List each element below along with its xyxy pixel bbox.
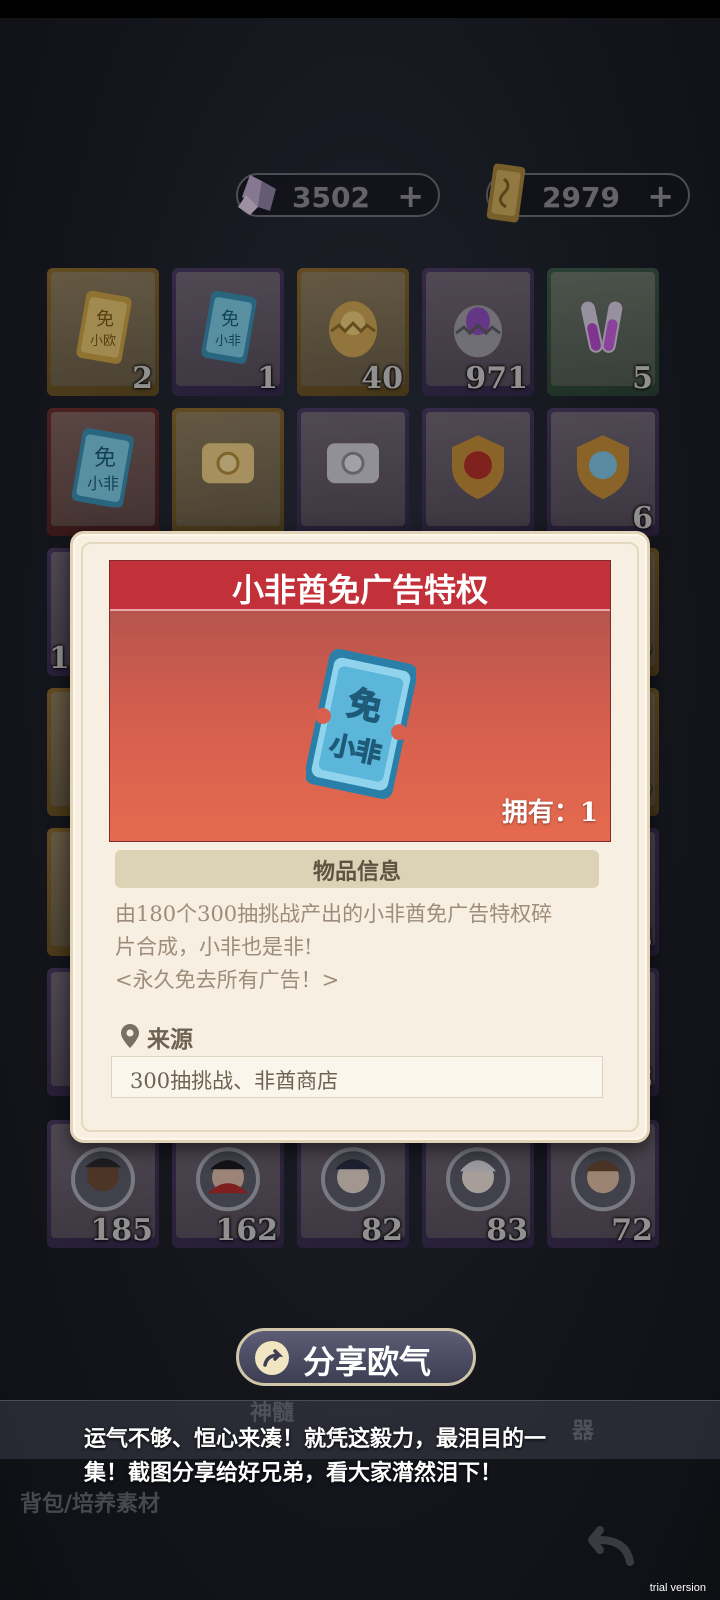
description-line: 由180个300抽挑战产出的小非酋免广告特权碎 (115, 902, 553, 926)
item-info-label: 物品信息 (312, 859, 401, 885)
location-pin-icon (121, 1024, 139, 1048)
ad-free-ticket-icon: 免 小非 (306, 649, 416, 799)
source-value: 300抽挑战、非酋商店 (130, 1069, 339, 1093)
description-line: <永久免去所有广告！> (115, 968, 340, 992)
watermark: trial version (649, 1582, 706, 1594)
item-description: 由180个300抽挑战产出的小非酋免广告特权碎 片合成，小非也是非! <永久免去… (115, 898, 605, 997)
share-caption: 运气不够、恒心来凑！就凭这毅力，最泪目的一 集！截图分享给好兄弟，看大家潸然泪下… (84, 1422, 644, 1490)
caption-line: 运气不够、恒心来凑！就凭这毅力，最泪目的一 (84, 1426, 547, 1452)
source-heading: 来源 (147, 1026, 193, 1053)
item-info-header: 物品信息 (115, 850, 599, 888)
share-arrow-icon (255, 1341, 289, 1375)
share-luck-button[interactable]: 分享欧气 (236, 1328, 476, 1386)
description-line: 片合成，小非也是非! (115, 935, 313, 959)
item-banner: 小非酋免广告特权 免 小非 拥有：1 (109, 560, 611, 842)
item-detail-modal: 小非酋免广告特权 免 小非 拥有：1 物品信息 由180个300抽挑战产出的小非… (70, 531, 650, 1143)
breadcrumb: 背包/培养素材 (20, 1491, 161, 1517)
back-arrow-icon[interactable] (570, 1518, 642, 1574)
source-box: 300抽挑战、非酋商店 (111, 1056, 603, 1098)
caption-line: 集！截图分享给好兄弟，看大家潸然泪下！ (84, 1460, 503, 1486)
owned-count: 拥有：1 (501, 798, 598, 828)
game-background: 3502 + 2979 + 免 小欧 2 免 小非 1 40 971 5 免 小… (0, 18, 720, 1600)
item-title: 小非酋免广告特权 (231, 571, 488, 609)
share-label: 分享欧气 (303, 1343, 432, 1381)
